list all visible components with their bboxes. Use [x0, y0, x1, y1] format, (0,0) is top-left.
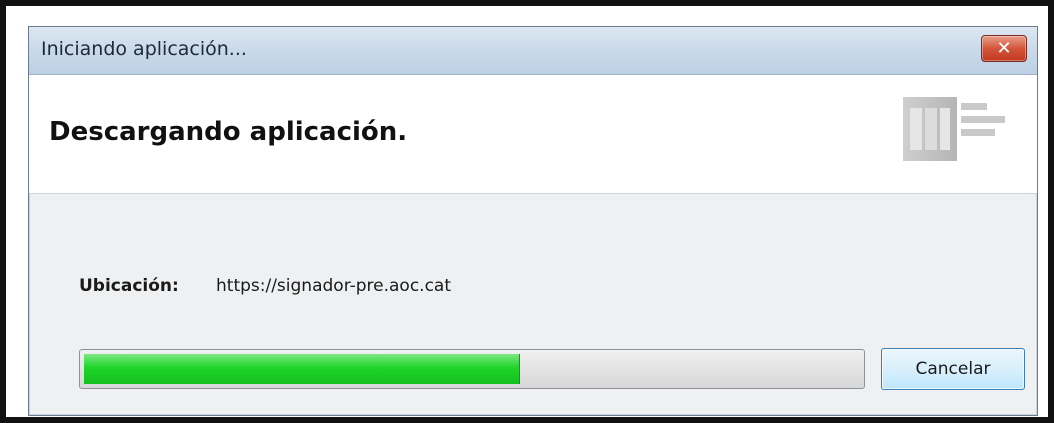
- dialog-window: Iniciando aplicación... ✕ Descargando ap…: [28, 26, 1038, 416]
- logo-lines: [961, 97, 1005, 136]
- location-label: Ubicación:: [79, 276, 179, 296]
- logo-shape-icon: [910, 108, 950, 150]
- dialog-header: Descargando aplicación.: [29, 75, 1037, 194]
- page-title: Descargando aplicación.: [49, 117, 408, 147]
- title-bar[interactable]: Iniciando aplicación... ✕: [29, 27, 1037, 75]
- close-icon: ✕: [996, 38, 1012, 59]
- progress-track: [84, 354, 860, 384]
- screenshot-frame: Iniciando aplicación... ✕ Descargando ap…: [0, 0, 1054, 423]
- progress-fill: [84, 354, 520, 384]
- location-value: https://signador-pre.aoc.cat: [216, 276, 451, 296]
- dialog-body: Ubicación: https://signador-pre.aoc.cat …: [29, 194, 1037, 415]
- close-button[interactable]: ✕: [981, 35, 1027, 62]
- logo-mark: [903, 97, 957, 161]
- window-title: Iniciando aplicación...: [41, 38, 247, 60]
- download-progress-bar: [79, 349, 865, 389]
- aoc-logo-icon: [903, 97, 1011, 163]
- cancel-button[interactable]: Cancelar: [881, 348, 1025, 390]
